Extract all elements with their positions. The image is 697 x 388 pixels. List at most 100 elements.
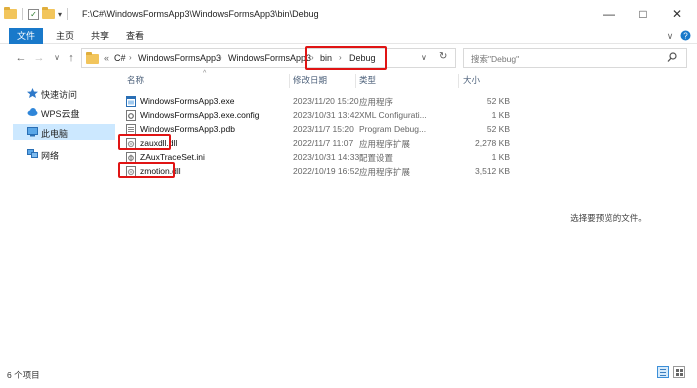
title-bar: ✓ ▾ F:\C#\WindowsFormsApp3\WindowsFormsA… — [0, 0, 697, 28]
window-title: F:\C#\WindowsFormsApp3\WindowsFormsApp3\… — [82, 9, 319, 19]
tab-share[interactable]: 共享 — [85, 28, 115, 44]
cloud-icon — [27, 108, 38, 116]
tab-view[interactable]: 查看 — [120, 28, 150, 44]
exe-icon — [126, 96, 136, 107]
file-size: 52 KB — [486, 96, 510, 106]
file-name: WindowsFormsApp3.exe — [140, 96, 235, 106]
file-type: 配置设置 — [359, 153, 394, 163]
sort-ascending-icon: ^ — [203, 70, 207, 77]
file-name: WindowsFormsApp3.exe.config — [140, 110, 260, 120]
address-bar[interactable]: « C# › WindowsFormsApp3 › WindowsFormsAp… — [81, 48, 456, 68]
search-box[interactable]: 搜索"Debug" — [463, 48, 687, 68]
column-header-name[interactable]: 名称 — [127, 74, 144, 88]
large-icons-view-icon — [676, 369, 679, 372]
sidebar-item-label: 快速访问 — [41, 90, 78, 100]
maximize-button[interactable]: □ — [626, 4, 660, 24]
file-name: WindowsFormsApp3.pdb — [140, 124, 235, 134]
file-date: 2022/10/19 16:52 — [293, 166, 360, 176]
file-size: 52 KB — [486, 124, 510, 134]
file-name: ZAuxTraceSet.ini — [140, 152, 205, 162]
computer-icon — [27, 127, 38, 137]
file-type: XML Configurati... — [359, 110, 427, 120]
sidebar-item-label: 此电脑 — [41, 129, 69, 139]
preview-message: 选择要预览的文件。 — [570, 213, 647, 223]
breadcrumb-item[interactable]: C# — [114, 53, 126, 63]
column-divider[interactable] — [289, 74, 290, 88]
recent-locations-icon[interactable]: ∨ — [50, 50, 64, 66]
file-type: 应用程序 — [359, 97, 394, 107]
large-icons-view-button[interactable] — [673, 366, 685, 378]
divider — [67, 8, 69, 20]
file-row[interactable]: ZAuxTraceSet.ini 2023/10/31 14:33 配置设置 1… — [122, 150, 514, 164]
file-row[interactable]: WindowsFormsApp3.pdb 2023/11/7 15:20 Pro… — [122, 122, 514, 136]
breadcrumb-item[interactable]: WindowsFormsApp3 — [138, 53, 221, 63]
refresh-icon[interactable]: ↻ — [439, 51, 447, 62]
file-row[interactable]: zmotion.dll 2022/10/19 16:52 应用程序扩展 3,51… — [122, 164, 514, 178]
tab-home[interactable]: 主页 — [50, 28, 80, 44]
status-bar: 6 个项目 — [0, 362, 697, 388]
search-icon[interactable] — [667, 52, 677, 63]
new-folder-icon[interactable] — [42, 7, 55, 19]
file-type: Program Debug... — [359, 124, 427, 134]
file-date: 2023/10/31 14:33 — [293, 152, 360, 162]
file-type: 应用程序扩展 — [359, 139, 411, 149]
chevron-right-icon[interactable]: › — [219, 53, 222, 62]
file-date: 2023/11/20 15:20 — [293, 96, 359, 106]
folder-icon — [86, 52, 99, 64]
address-dropdown-icon[interactable]: ∨ — [421, 53, 427, 62]
address-row: ← → ∨ ↑ « C# › WindowsFormsApp3 › Window… — [0, 46, 697, 70]
highlight-box — [118, 134, 171, 150]
file-list: 名称 ^ 修改日期 类型 大小 WindowsFormsApp3.exe 202… — [118, 70, 518, 362]
file-type: 应用程序扩展 — [359, 167, 411, 177]
file-size: 3,512 KB — [475, 166, 510, 176]
file-row[interactable]: WindowsFormsApp3.exe.config 2023/10/31 1… — [122, 108, 514, 122]
divider — [22, 8, 23, 20]
help-icon[interactable]: ? — [678, 28, 692, 44]
ribbon-tabs: 文件 主页 共享 查看 ∨ ? — [0, 28, 697, 44]
up-arrow-icon[interactable]: ↑ — [64, 50, 78, 66]
sidebar-item-network[interactable]: 网络 — [13, 146, 115, 162]
column-divider[interactable] — [355, 74, 356, 88]
star-icon — [27, 88, 38, 98]
file-size: 1 KB — [491, 152, 510, 162]
file-row[interactable]: zauxdll.dll 2022/11/7 11:07 应用程序扩展 2,278… — [122, 136, 514, 150]
file-size: 1 KB — [491, 110, 510, 120]
sidebar-item-this-pc[interactable]: 此电脑 — [13, 124, 115, 140]
sidebar-item-label: WPS云盘 — [41, 109, 80, 119]
svg-text:?: ? — [683, 31, 688, 40]
sidebar-item-wps-cloud[interactable]: WPS云盘 — [13, 104, 115, 120]
network-icon — [27, 149, 38, 158]
chevron-right-icon[interactable]: › — [129, 53, 132, 62]
details-view-button[interactable] — [657, 366, 669, 378]
folder-icon — [4, 7, 17, 19]
file-row[interactable]: WindowsFormsApp3.exe 2023/11/20 15:20 应用… — [122, 94, 514, 108]
customize-toolbar-icon[interactable]: ▾ — [58, 10, 62, 19]
search-placeholder: 搜索"Debug" — [471, 54, 520, 64]
preview-pane: 选择要预览的文件。 — [520, 72, 697, 362]
highlight-box — [118, 162, 175, 178]
breadcrumb-overflow[interactable]: « — [104, 53, 109, 63]
tab-file[interactable]: 文件 — [9, 28, 43, 44]
file-date: 2023/10/31 13:42 — [293, 110, 360, 120]
highlight-box — [305, 46, 387, 70]
properties-icon[interactable]: ✓ — [28, 8, 39, 20]
column-divider[interactable] — [458, 74, 459, 88]
item-count: 6 个项目 — [7, 370, 40, 380]
navigation-pane: 快速访问 WPS云盘 此电脑 网络 — [0, 72, 116, 362]
file-size: 2,278 KB — [475, 138, 510, 148]
expand-ribbon-icon[interactable]: ∨ — [664, 28, 676, 44]
breadcrumb-item[interactable]: WindowsFormsApp3 — [228, 53, 311, 63]
column-header-size[interactable]: 大小 — [463, 74, 480, 88]
sidebar-item-quick-access[interactable]: 快速访问 — [13, 85, 115, 101]
file-date: 2023/11/7 15:20 — [293, 124, 354, 134]
back-arrow-icon[interactable]: ← — [14, 50, 28, 66]
column-header-date[interactable]: 修改日期 — [293, 74, 327, 88]
sidebar-item-label: 网络 — [41, 151, 60, 161]
minimize-button[interactable]: — — [592, 4, 626, 24]
column-header-type[interactable]: 类型 — [359, 74, 376, 88]
quick-access-toolbar: ✓ ▾ — [4, 7, 70, 20]
forward-arrow-icon[interactable]: → — [32, 50, 46, 66]
details-view-icon — [660, 369, 666, 370]
file-date: 2022/11/7 11:07 — [293, 138, 354, 148]
close-button[interactable]: ✕ — [660, 4, 694, 24]
